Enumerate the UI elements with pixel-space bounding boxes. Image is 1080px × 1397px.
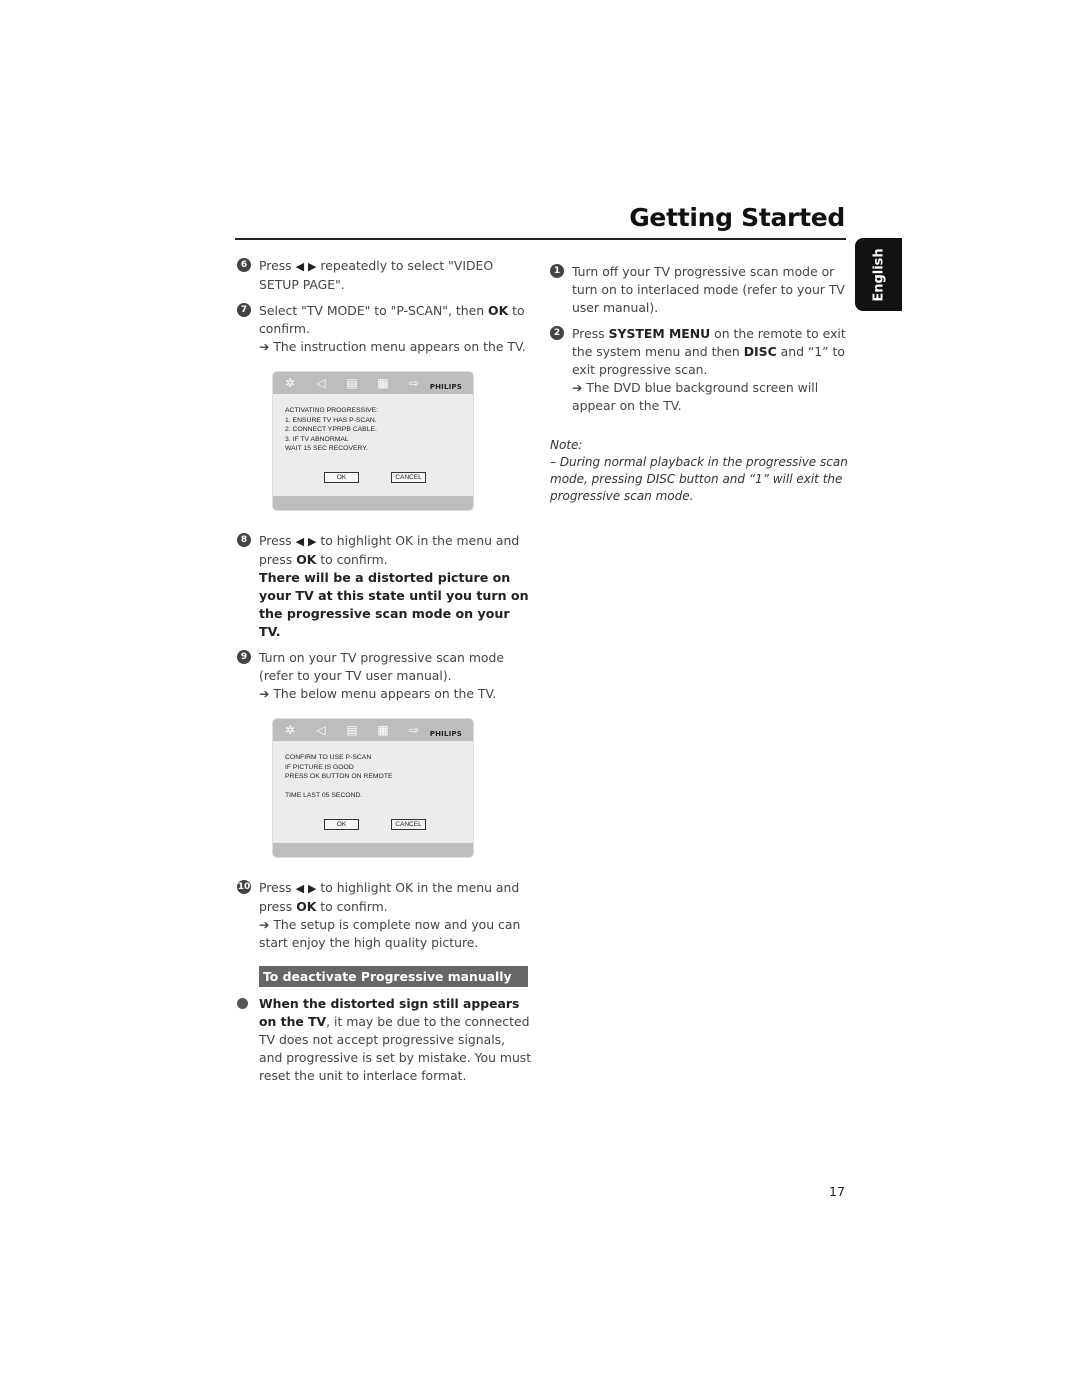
ok-key-label: OK xyxy=(296,552,317,567)
step-number: 8 xyxy=(237,533,251,547)
speaker-icon: ◁ xyxy=(316,723,326,737)
step-number: 6 xyxy=(237,258,251,272)
language-tab-label: English xyxy=(871,247,886,302)
left-arrow-icon: ◀ xyxy=(295,260,305,273)
ok-key-label: OK xyxy=(296,899,317,914)
step-9: 9 Turn on your TV progressive scan mode … xyxy=(237,649,532,703)
step-number: 9 xyxy=(237,650,251,664)
result-arrow-icon: ➔ xyxy=(572,380,583,395)
step-text: Press xyxy=(572,326,605,341)
step-number: 7 xyxy=(237,303,251,317)
video-screen-icon: ▤ xyxy=(346,376,358,390)
exit-arrow-icon: ⇨ xyxy=(408,723,420,737)
step-result: The DVD blue background screen will appe… xyxy=(572,380,819,413)
step-text: to confirm. xyxy=(320,552,388,567)
menu-countdown: TIME LAST 05 SECOND. xyxy=(285,791,363,799)
right-arrow-icon: ▶ xyxy=(308,535,317,548)
step-text: repeatedly to select "VIDEO SETUP PAGE". xyxy=(259,258,494,292)
video-screen-icon: ▤ xyxy=(346,723,358,737)
menu-text: ACTIVATING PROGRESSIVE: 1. ENSURE TV HAS… xyxy=(273,394,473,454)
result-arrow-icon: ➔ xyxy=(259,339,270,354)
step-number: 2 xyxy=(550,326,564,340)
step-result: The setup is complete now and you can st… xyxy=(259,917,521,950)
step-6: 6 Press ◀ ▶ repeatedly to select "VIDEO … xyxy=(237,257,532,294)
system-menu-key-label: SYSTEM MENU xyxy=(608,326,711,341)
brand-logo: PHILIPS xyxy=(429,383,462,391)
menu-line: 2. CONNECT YPRPB CABLE. xyxy=(285,426,377,433)
menu-line: 1. ENSURE TV HAS P-SCAN. xyxy=(285,416,377,424)
bullet-dot-icon xyxy=(237,998,248,1009)
note-text: – During normal playback in the progress… xyxy=(550,455,848,503)
menu-line: ACTIVATING PROGRESSIVE: xyxy=(285,407,379,414)
menu-ok-button: OK xyxy=(324,819,359,830)
left-arrow-icon: ◀ xyxy=(295,535,305,548)
menu-text: CONFIRM TO USE P-SCAN IF PICTURE IS GOOD… xyxy=(273,741,473,800)
note: Note: – During normal playback in the pr… xyxy=(550,437,848,505)
left-arrow-icon: ◀ xyxy=(295,882,305,895)
step-2: 2 Press SYSTEM MENU on the remote to exi… xyxy=(550,325,848,415)
grid-icon: ▦ xyxy=(377,376,389,390)
note-label: Note: xyxy=(550,438,583,452)
menu-line: WAIT 15 SEC RECOVERY. xyxy=(285,445,368,452)
tv-menu-activating: ✲ ◁ ▤ ▦ ⇨ PHILIPS ACTIVATING PROGRESSIVE… xyxy=(273,372,473,510)
disc-key-label: DISC xyxy=(743,344,777,359)
tv-menu-confirm: ✲ ◁ ▤ ▦ ⇨ PHILIPS CONFIRM TO USE P-SCAN … xyxy=(273,719,473,857)
step-text: Press xyxy=(259,258,292,273)
step-text: Turn off your TV progressive scan mode o… xyxy=(572,264,845,315)
menu-cancel-button: CANCEL xyxy=(391,819,426,830)
settings-gear-icon: ✲ xyxy=(284,723,296,737)
step-text: to confirm. xyxy=(320,899,388,914)
distortion-warning: There will be a distorted picture on you… xyxy=(259,570,529,639)
step-10: 10 Press ◀ ▶ to highlight OK in the menu… xyxy=(237,879,532,952)
menu-line: 3. IF TV ABNORMAL xyxy=(285,435,349,443)
section-heading: To deactivate Progressive manually xyxy=(259,966,528,987)
menu-icon-bar: ✲ ◁ ▤ ▦ ⇨ PHILIPS xyxy=(273,372,473,394)
settings-gear-icon: ✲ xyxy=(284,376,296,390)
page-number: 17 xyxy=(829,1184,845,1199)
step-text: Select "TV MODE" to "P-SCAN", then xyxy=(259,303,485,318)
step-number: 1 xyxy=(550,264,564,278)
menu-icon-bar: ✲ ◁ ▤ ▦ ⇨ PHILIPS xyxy=(273,719,473,741)
speaker-icon: ◁ xyxy=(316,376,326,390)
right-arrow-icon: ▶ xyxy=(308,882,317,895)
bullet-item: When the distorted sign still appears on… xyxy=(237,995,532,1085)
ok-key-label: OK xyxy=(488,303,509,318)
step-text: Press xyxy=(259,533,292,548)
step-result: The instruction menu appears on the TV. xyxy=(273,339,526,354)
menu-line: CONFIRM TO USE P-SCAN xyxy=(285,754,372,761)
right-column: 1 Turn off your TV progressive scan mode… xyxy=(550,263,848,505)
left-column: 6 Press ◀ ▶ repeatedly to select "VIDEO … xyxy=(237,257,532,1085)
step-number: 10 xyxy=(237,880,251,894)
result-arrow-icon: ➔ xyxy=(259,686,270,701)
step-result: The below menu appears on the TV. xyxy=(273,686,497,701)
menu-line: PRESS OK BUTTON ON REMOTE xyxy=(285,773,393,780)
menu-line: IF PICTURE IS GOOD xyxy=(285,763,354,771)
result-arrow-icon: ➔ xyxy=(259,917,270,932)
step-text: Turn on your TV progressive scan mode (r… xyxy=(259,650,504,683)
menu-ok-button: OK xyxy=(324,472,359,483)
step-7: 7 Select "TV MODE" to "P-SCAN", then OK … xyxy=(237,302,532,356)
menu-footer-bar xyxy=(273,843,473,857)
grid-icon: ▦ xyxy=(377,723,389,737)
page-title: Getting Started xyxy=(629,203,845,232)
title-rule xyxy=(235,238,846,240)
exit-arrow-icon: ⇨ xyxy=(408,376,420,390)
right-arrow-icon: ▶ xyxy=(308,260,317,273)
step-1: 1 Turn off your TV progressive scan mode… xyxy=(550,263,848,317)
brand-logo: PHILIPS xyxy=(429,730,462,738)
menu-footer-bar xyxy=(273,496,473,510)
menu-cancel-button: CANCEL xyxy=(391,472,426,483)
step-text: Press xyxy=(259,880,292,895)
language-tab: English xyxy=(855,238,902,311)
step-8: 8 Press ◀ ▶ to highlight OK in the menu … xyxy=(237,532,532,641)
